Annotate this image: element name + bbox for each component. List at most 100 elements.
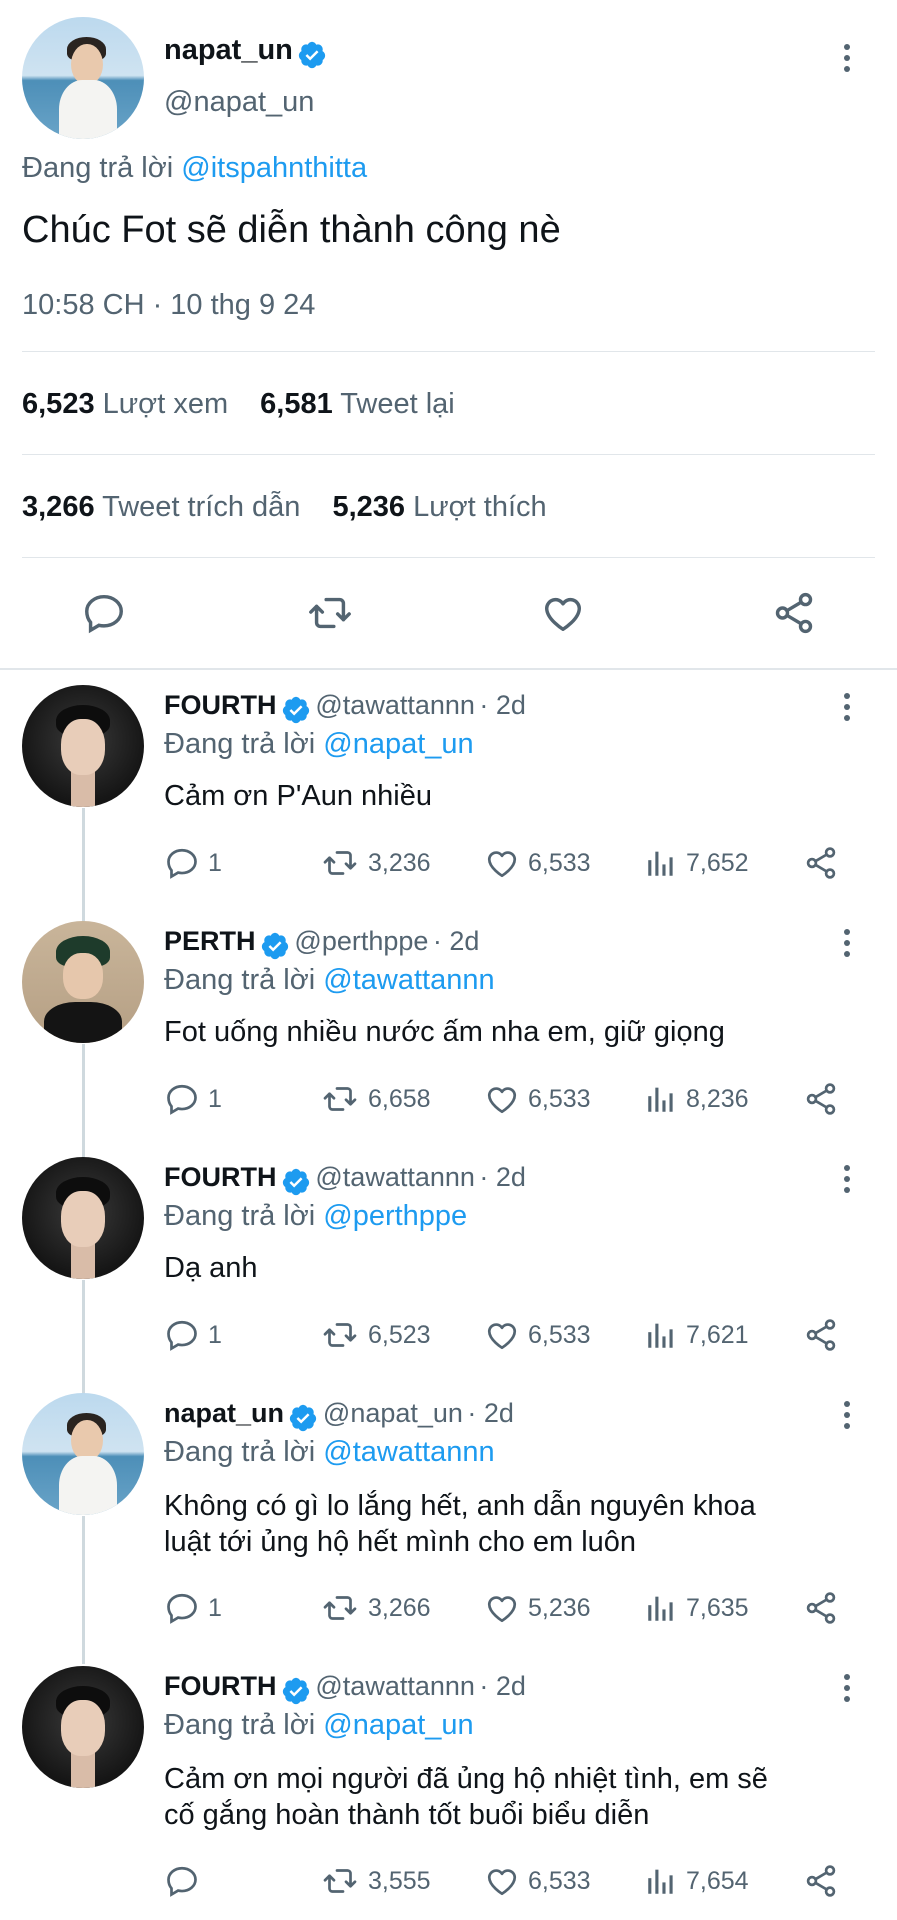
- replying-to-link[interactable]: @tawattannn: [323, 964, 494, 996]
- handle[interactable]: @tawattannn: [315, 1162, 475, 1192]
- display-name[interactable]: napat_un: [164, 34, 293, 66]
- display-name[interactable]: PERTH: [164, 926, 256, 956]
- avatar[interactable]: [22, 17, 144, 139]
- reply-action[interactable]: 1: [164, 845, 222, 881]
- avatar[interactable]: [22, 1666, 144, 1788]
- thread-line: [82, 1044, 85, 1162]
- share-icon[interactable]: [803, 845, 839, 881]
- reply-text-line: Cảm ơn mọi người đã ủng hộ nhiệt tình, e…: [164, 1763, 768, 1795]
- avatar[interactable]: [22, 1157, 144, 1279]
- avatar[interactable]: [22, 685, 144, 807]
- replying-to: Đang trả lời @itspahnthitta: [22, 152, 367, 185]
- more-options-icon[interactable]: [844, 44, 850, 77]
- reply-text: Cảm ơn mọi người đã ủng hộ nhiệt tình, e…: [164, 1761, 768, 1833]
- more-options-icon[interactable]: [844, 1674, 850, 1707]
- views-icon: [644, 1590, 678, 1626]
- share-icon[interactable]: [803, 1081, 839, 1117]
- replying-to-link[interactable]: @tawattannn: [323, 1436, 494, 1468]
- views-action[interactable]: 8,236: [644, 1081, 749, 1117]
- views-stat[interactable]: 6,523 Lượt xem: [22, 388, 228, 420]
- verified-badge-icon: [260, 931, 290, 961]
- reply-header: PERTH @perthppe · 2d: [164, 926, 479, 961]
- views-action[interactable]: 7,652: [644, 845, 749, 881]
- retweet-action[interactable]: 6,658: [320, 1081, 431, 1117]
- replying-to: Đang trả lời @tawattannn: [164, 1436, 495, 1468]
- share-icon[interactable]: [803, 1863, 839, 1899]
- reply-icon[interactable]: [81, 590, 127, 636]
- replying-to-link[interactable]: @itspahnthitta: [181, 152, 367, 184]
- more-options-icon[interactable]: [844, 693, 850, 726]
- views-icon: [644, 1081, 678, 1117]
- avatar[interactable]: [22, 1393, 144, 1515]
- handle[interactable]: @perthppe: [294, 926, 428, 956]
- retweet-action[interactable]: 6,523: [320, 1317, 431, 1353]
- share-icon[interactable]: [803, 1590, 839, 1626]
- reply-text-line: cố gắng hoàn thành tốt buổi biểu diễn: [164, 1799, 650, 1831]
- verified-badge-icon: [281, 695, 311, 725]
- reply-action[interactable]: 1: [164, 1081, 222, 1117]
- retweet-action[interactable]: 3,266: [320, 1590, 431, 1626]
- reply-text-line: Không có gì lo lắng hết, anh dẫn nguyên …: [164, 1490, 756, 1522]
- like-action[interactable]: 6,533: [484, 1081, 591, 1117]
- reply-header: FOURTH @tawattannn · 2d: [164, 690, 526, 725]
- avatar[interactable]: [22, 921, 144, 1043]
- reply-action[interactable]: 1: [164, 1317, 222, 1353]
- handle[interactable]: @napat_un: [164, 86, 314, 119]
- like-action[interactable]: 6,533: [484, 845, 591, 881]
- reply-header: FOURTH @tawattannn · 2d: [164, 1671, 526, 1706]
- share-icon[interactable]: [803, 1317, 839, 1353]
- like-icon: [484, 1317, 520, 1353]
- display-name[interactable]: FOURTH: [164, 690, 276, 720]
- quotes-stat[interactable]: 3,266 Tweet trích dẫn: [22, 491, 300, 523]
- more-options-icon[interactable]: [844, 929, 850, 962]
- display-name[interactable]: napat_un: [164, 1398, 284, 1428]
- like-action[interactable]: 6,533: [484, 1317, 591, 1353]
- like-icon: [484, 1081, 520, 1117]
- like-icon[interactable]: [540, 590, 586, 636]
- likes-stat[interactable]: 5,236 Lượt thích: [332, 491, 546, 523]
- retweet-action[interactable]: 3,236: [320, 845, 431, 881]
- reply-header: FOURTH @tawattannn · 2d: [164, 1162, 526, 1197]
- reply-text: Dạ anh: [164, 1252, 258, 1284]
- reply-icon: [164, 845, 200, 881]
- reply-action[interactable]: 1: [164, 1590, 222, 1626]
- replying-to-link[interactable]: @napat_un: [323, 1709, 473, 1741]
- retweets-stat[interactable]: 6,581 Tweet lại: [260, 388, 455, 420]
- views-action[interactable]: 7,654: [644, 1863, 749, 1899]
- reply-text: Cảm ơn P'Aun nhiều: [164, 780, 432, 812]
- divider: [22, 351, 875, 352]
- retweet-icon: [320, 1317, 360, 1353]
- time[interactable]: · 2d: [479, 1162, 526, 1192]
- more-options-icon[interactable]: [844, 1401, 850, 1434]
- share-icon[interactable]: [771, 590, 817, 636]
- divider: [22, 454, 875, 455]
- thread-line: [82, 808, 85, 926]
- retweet-action[interactable]: 3,555: [320, 1863, 431, 1899]
- like-action[interactable]: 6,533: [484, 1863, 591, 1899]
- views-action[interactable]: 7,635: [644, 1590, 749, 1626]
- display-name[interactable]: FOURTH: [164, 1671, 276, 1701]
- verified-badge-icon: [281, 1167, 311, 1197]
- retweet-icon: [320, 1863, 360, 1899]
- timestamp[interactable]: 10:58 CH · 10 thg 9 24: [22, 289, 315, 322]
- views-icon: [644, 1863, 678, 1899]
- time[interactable]: · 2d: [479, 690, 526, 720]
- like-action[interactable]: 5,236: [484, 1590, 591, 1626]
- retweet-icon[interactable]: [307, 590, 353, 636]
- handle[interactable]: @tawattannn: [315, 690, 475, 720]
- handle[interactable]: @tawattannn: [315, 1671, 475, 1701]
- replying-to-link[interactable]: @napat_un: [323, 728, 473, 760]
- replying-to-link[interactable]: @perthppe: [323, 1200, 467, 1232]
- views-icon: [644, 1317, 678, 1353]
- tweet-text: Chúc Fot sẽ diễn thành công nè: [22, 209, 561, 251]
- display-name[interactable]: FOURTH: [164, 1162, 276, 1192]
- handle[interactable]: @napat_un: [323, 1398, 463, 1428]
- more-options-icon[interactable]: [844, 1165, 850, 1198]
- reply-icon: [164, 1590, 200, 1626]
- reply-action[interactable]: [164, 1863, 208, 1899]
- time[interactable]: · 2d: [467, 1398, 514, 1428]
- time[interactable]: · 2d: [479, 1671, 526, 1701]
- time[interactable]: · 2d: [433, 926, 480, 956]
- views-action[interactable]: 7,621: [644, 1317, 749, 1353]
- like-icon: [484, 845, 520, 881]
